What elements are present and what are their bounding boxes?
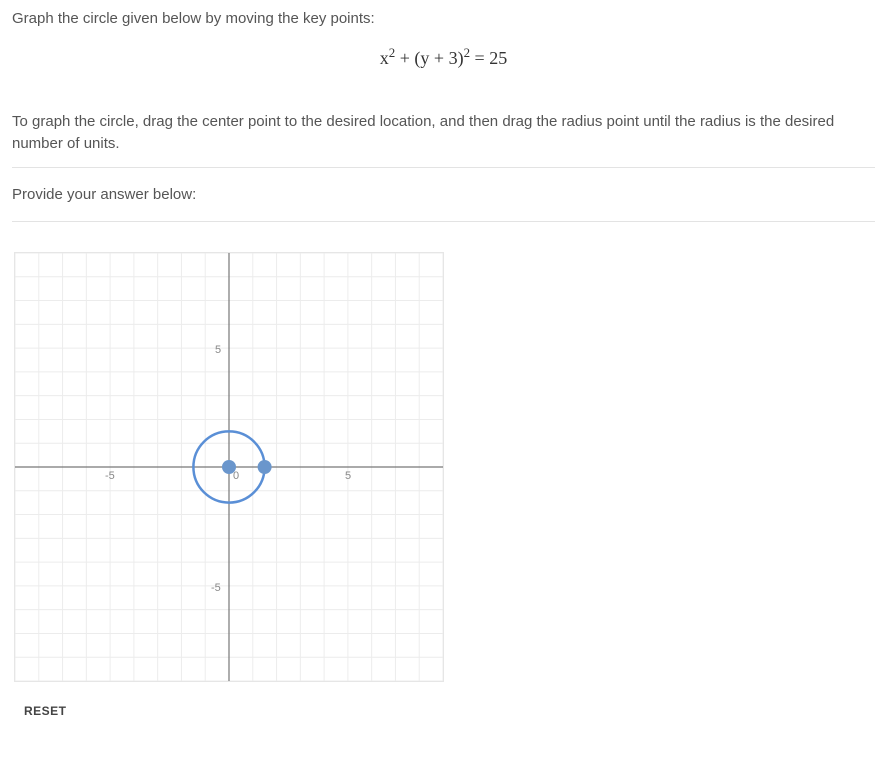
x-tick-pos5: 5	[345, 470, 351, 482]
question-prompt: Graph the circle given below by moving t…	[12, 10, 875, 27]
instruction-text: To graph the circle, drag the center poi…	[12, 111, 875, 168]
x-tick-neg5: -5	[105, 470, 115, 482]
center-point-handle[interactable]	[222, 460, 236, 474]
equation-math: x2 + (y + 3)2 = 25	[380, 48, 507, 68]
graph-svg[interactable]: -5 5 5 -5 0	[15, 253, 443, 681]
y-tick-neg5: -5	[211, 582, 221, 594]
y-tick-pos5: 5	[215, 344, 221, 356]
answer-label: Provide your answer below:	[12, 168, 875, 222]
radius-point-handle[interactable]	[258, 460, 272, 474]
equation-display: x2 + (y + 3)2 = 25	[12, 45, 875, 69]
coordinate-graph[interactable]: -5 5 5 -5 0	[14, 252, 444, 682]
reset-button[interactable]: RESET	[24, 704, 67, 718]
